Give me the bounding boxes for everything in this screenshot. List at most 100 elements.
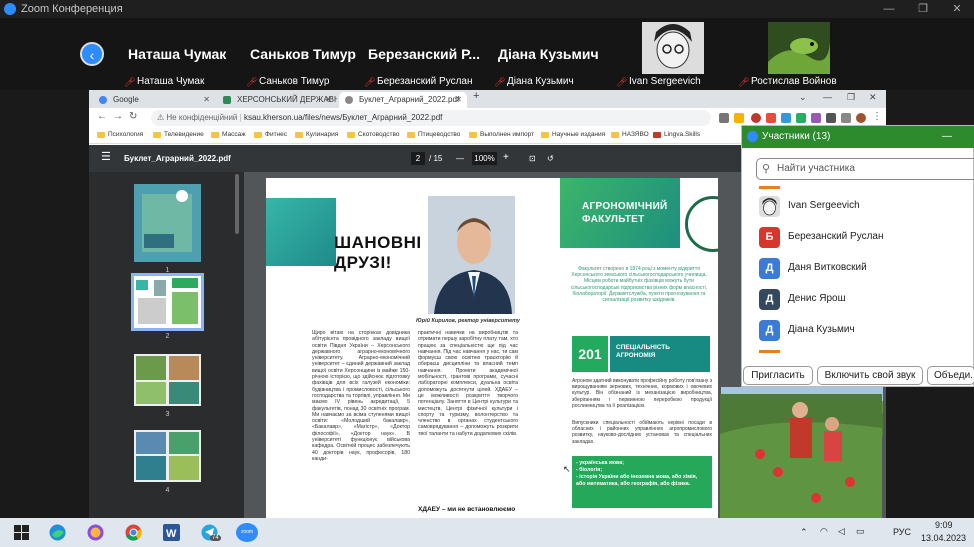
minimize-icon[interactable]: — xyxy=(823,92,832,102)
bookmark-folder[interactable]: Кулинария xyxy=(295,131,338,138)
video-tile[interactable]: 🎤︎ Ростислав Войнов xyxy=(734,18,864,90)
participant-row[interactable]: Д Діана Кузьмич xyxy=(742,315,974,346)
rotate-icon[interactable]: ↺ xyxy=(547,154,554,163)
clock-date[interactable]: 13.04.2023 xyxy=(921,533,966,543)
zoom-in-icon[interactable]: + xyxy=(503,152,509,163)
video-tile[interactable]: 🎤︎ Ivan Sergeevich xyxy=(612,18,730,90)
participant-row[interactable]: Д Денис Ярош xyxy=(742,284,974,315)
extension-icon[interactable] xyxy=(811,113,821,123)
tray-chevron-icon[interactable]: ⌃ xyxy=(800,527,808,538)
bookmark-label: Кулинария xyxy=(306,131,339,138)
participant-row[interactable]: Ivan Sergeevich xyxy=(742,191,974,222)
back-icon[interactable]: ← xyxy=(97,111,107,122)
forward-icon[interactable]: → xyxy=(113,111,123,122)
participant-name: Ivan Sergeevich xyxy=(788,200,860,211)
bookmark-folder[interactable]: Психология xyxy=(97,131,143,138)
close-icon[interactable]: ✕ xyxy=(940,0,974,18)
hamburger-menu-icon[interactable]: ☰ xyxy=(101,150,111,163)
minimize-icon[interactable]: — xyxy=(942,126,952,148)
bookmark-folder[interactable]: Научные издания xyxy=(541,131,605,138)
close-icon[interactable]: ✕ xyxy=(869,92,877,103)
battery-icon[interactable]: ▭ xyxy=(856,526,865,537)
video-tile[interactable]: Березанский Р... 🎤︎ Березанский Руслан xyxy=(362,18,480,90)
extension-icon[interactable] xyxy=(751,113,761,123)
tab-label: Буклет_Аграрний_2022.pdf xyxy=(359,95,460,104)
faculty-title-line: АГРОНОМІЧНИЙ xyxy=(582,201,668,212)
wifi-icon[interactable]: ◠ xyxy=(820,526,828,537)
zoom-out-icon[interactable]: — xyxy=(456,154,464,163)
video-tile[interactable]: Саньков Тимур 🎤︎ Саньков Тимур xyxy=(244,18,356,90)
tab-university[interactable]: ХЕРСОНСЬКИЙ ДЕРЖАВНИЙ А... ✕ xyxy=(217,92,337,108)
participant-search-input[interactable]: ⚲ Найти участника xyxy=(756,158,974,180)
speaker-icon[interactable]: ◁ xyxy=(838,526,845,537)
participant-row[interactable]: Д Даня Витковский xyxy=(742,253,974,284)
bookmark-folder[interactable]: Массаж xyxy=(211,131,246,138)
profile-avatar[interactable] xyxy=(856,113,866,123)
page-number-input[interactable]: 2 xyxy=(411,152,425,165)
tab-google[interactable]: Google ✕ xyxy=(93,92,215,108)
close-tab-icon[interactable]: ✕ xyxy=(455,92,462,108)
language-indicator[interactable]: РУС xyxy=(893,527,911,537)
word-icon[interactable]: W xyxy=(162,523,181,542)
tab-pdf[interactable]: Буклет_Аграрний_2022.pdf ✕ xyxy=(339,92,467,108)
graduates-description: Випускники спеціальності обіймають керів… xyxy=(572,420,712,445)
cursor-icon: ↖ xyxy=(563,464,571,474)
thumbnail-scrollbar[interactable] xyxy=(235,174,239,234)
participant-name: Березанский Руслан xyxy=(788,231,884,242)
close-tab-icon[interactable]: ✕ xyxy=(325,92,332,108)
specialty-label-line: АГРОНОМІЯ xyxy=(616,352,656,359)
bookmark-folder[interactable]: Скотоводство xyxy=(347,131,399,138)
gallery-prev-button[interactable]: ‹ xyxy=(80,42,104,66)
tile-name-label: Саньков Тимур xyxy=(259,76,330,87)
menu-icon[interactable]: ⋮ xyxy=(872,111,882,122)
url-input[interactable]: ⚠ Не конфіденційний | ksau.kherson.ua/fi… xyxy=(151,110,711,126)
merge-button[interactable]: Объеди... xyxy=(927,366,974,385)
tile-name-label: Березанский Руслан xyxy=(377,76,473,87)
minimize-icon[interactable]: — xyxy=(872,0,906,18)
bookmark-label: Научные издания xyxy=(552,131,606,138)
page-thumbnail-selected[interactable]: 2 xyxy=(131,273,204,340)
maximize-icon[interactable]: ❐ xyxy=(847,92,855,103)
tab-search-icon[interactable]: ⌄ xyxy=(799,92,807,103)
video-tile[interactable]: Наташа Чумак 🎤︎ Наташа Чумак xyxy=(122,18,234,90)
bookmark-folder[interactable]: НАЗЯВО xyxy=(611,131,649,138)
zoom-taskbar-icon[interactable]: zoom xyxy=(236,523,258,542)
bookmark-folder[interactable]: Телевидение xyxy=(153,131,204,138)
close-tab-icon[interactable]: ✕ xyxy=(203,92,210,108)
bookmark-folder[interactable]: Птицеводство xyxy=(407,131,460,138)
participant-row[interactable]: Б Березанский Руслан xyxy=(742,222,974,253)
fit-page-icon[interactable]: ⊡ xyxy=(529,154,536,163)
windows-start-icon[interactable] xyxy=(12,523,31,542)
invite-button[interactable]: Пригласить xyxy=(743,366,813,385)
extension-icon[interactable] xyxy=(781,113,791,123)
extension-icon[interactable] xyxy=(796,113,806,123)
mic-muted-icon: 🎤︎ xyxy=(124,76,136,87)
bookmark-folder[interactable]: Фитнес xyxy=(254,131,287,138)
clock-time[interactable]: 9:09 xyxy=(935,520,953,530)
unmute-self-button[interactable]: Включить свой звук xyxy=(817,366,923,385)
zoom-window-title: Zoom Конференция xyxy=(21,3,123,15)
thumbnail-page-number: 2 xyxy=(165,333,170,340)
video-tile[interactable]: Діана Кузьмич 🎤︎ Діана Кузьмич xyxy=(492,18,604,90)
participant-name: Даня Витковский xyxy=(788,262,867,273)
bookmark-folder[interactable]: Выполнен импорт xyxy=(469,131,534,138)
new-tab-icon[interactable]: + xyxy=(473,90,479,102)
firefox-icon[interactable] xyxy=(86,523,105,542)
share-icon[interactable] xyxy=(719,113,729,123)
star-icon[interactable] xyxy=(734,113,744,123)
edge-icon[interactable] xyxy=(48,523,67,542)
maximize-icon[interactable]: ❐ xyxy=(906,0,940,18)
zoom-level-input[interactable]: 100% xyxy=(472,152,497,165)
page-thumbnail[interactable]: 3 xyxy=(134,354,201,418)
avatar xyxy=(768,22,830,74)
extension-icon[interactable] xyxy=(766,113,776,123)
reload-icon[interactable]: ↻ xyxy=(129,111,137,122)
chrome-icon[interactable] xyxy=(124,523,143,542)
page-thumbnail[interactable]: 1 xyxy=(134,184,201,274)
sidebar-icon[interactable] xyxy=(841,113,851,123)
page-thumbnail[interactable]: 4 xyxy=(134,430,201,494)
faculty-title: АГРОНОМІЧНИЙ ФАКУЛЬТЕТ xyxy=(582,200,668,226)
folder-icon xyxy=(295,131,303,138)
puzzle-icon[interactable] xyxy=(826,113,836,123)
bookmark-link[interactable]: Lingva.Skills xyxy=(653,131,700,138)
